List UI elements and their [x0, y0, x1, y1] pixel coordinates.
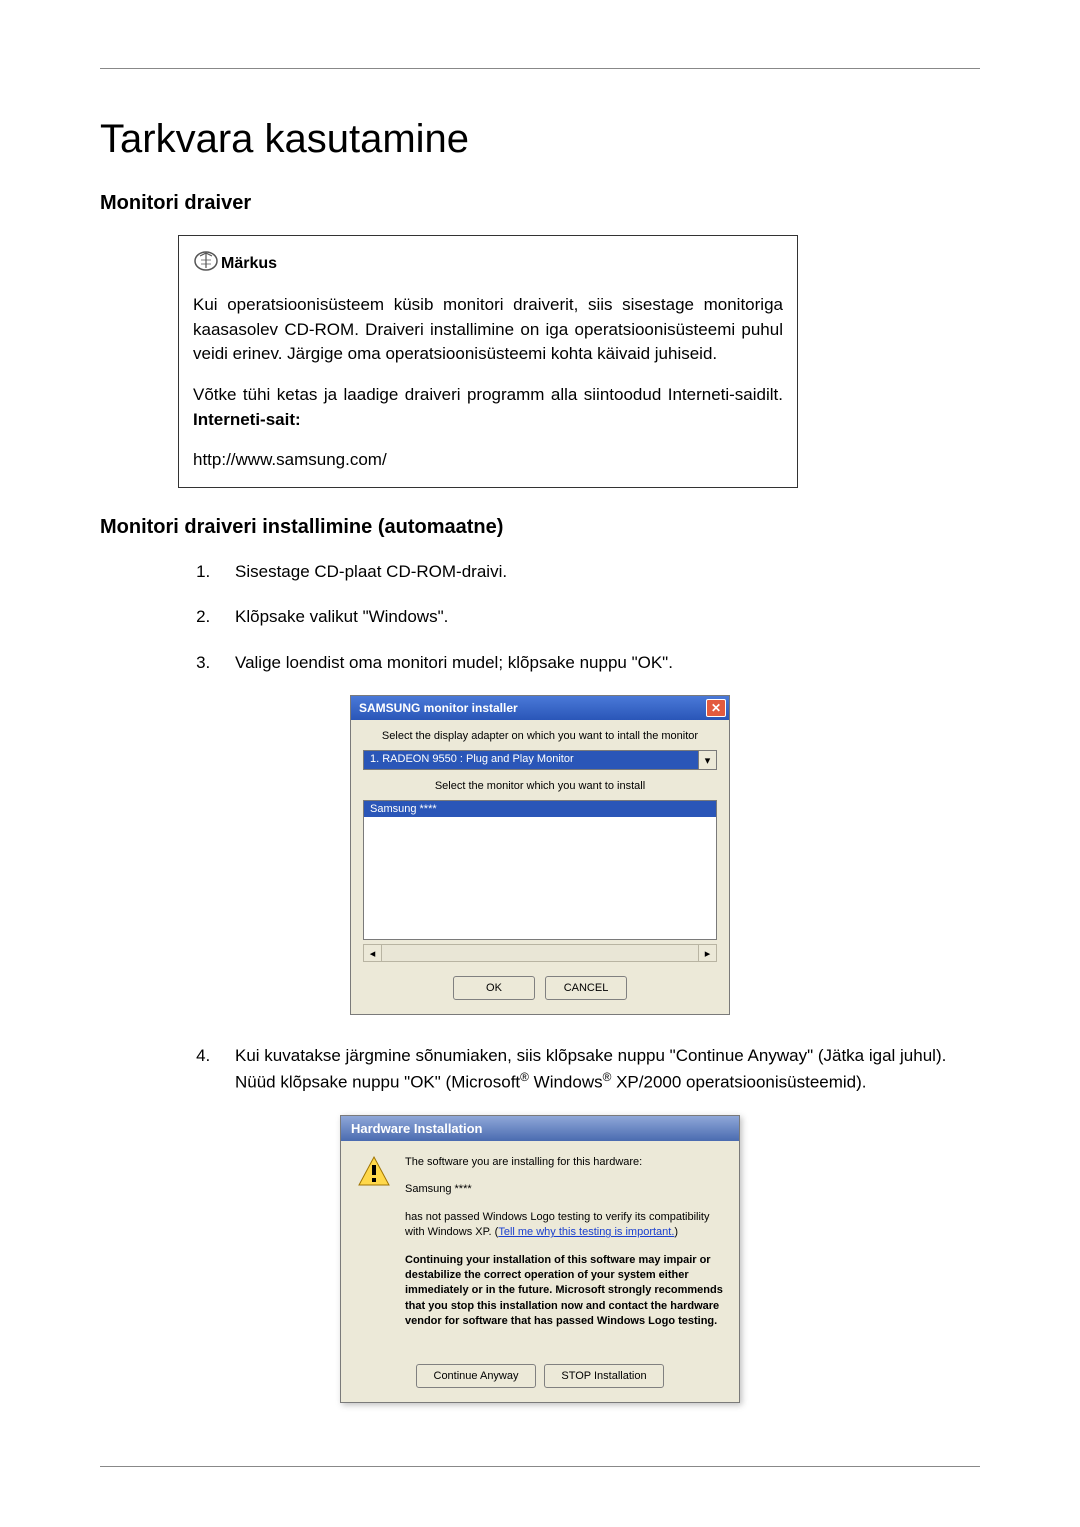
monitor-list[interactable]: Samsung **** [363, 800, 717, 940]
note-paragraph-1: Kui operatsioonisüsteem küsib monitori d… [193, 293, 783, 367]
hardware-dialog-screenshot: Hardware Installation The software you a… [100, 1115, 980, 1403]
adapter-dropdown[interactable]: 1. RADEON 9550 : Plug and Play Monitor ▾ [363, 750, 717, 770]
page-title: Tarkvara kasutamine [100, 117, 980, 162]
note-title: Märkus [221, 255, 277, 273]
warning-icon [357, 1155, 391, 1189]
dropdown-arrow[interactable]: ▾ [699, 750, 717, 770]
step-4: Kui kuvatakse järgmine sõnumiaken, siis … [215, 1043, 985, 1095]
chevron-right-icon: ▸ [705, 947, 711, 960]
note-url: http://www.samsung.com/ [193, 448, 783, 473]
installer-window: SAMSUNG monitor installer ✕ Select the d… [350, 695, 730, 1015]
install-steps: Sisestage CD-plaat CD-ROM-draivi. Klõpsa… [215, 559, 985, 676]
close-icon: ✕ [711, 701, 721, 715]
chevron-left-icon: ◂ [370, 947, 376, 960]
hw-p2: has not passed Windows Logo testing to v… [405, 1210, 723, 1241]
adapter-selected: 1. RADEON 9550 : Plug and Play Monitor [363, 750, 699, 770]
scroll-right-arrow[interactable]: ▸ [698, 945, 716, 961]
monitor-prompt: Select the monitor which you want to ins… [363, 780, 717, 792]
step-3: Valige loendist oma monitori mudel; klõp… [215, 650, 985, 676]
hw-title: Hardware Installation [341, 1116, 739, 1141]
hardware-dialog: Hardware Installation The software you a… [340, 1115, 740, 1403]
note-box: Märkus Kui operatsioonisüsteem küsib mon… [178, 235, 798, 488]
note-icon [193, 250, 219, 277]
section-monitor-driver: Monitori draiver [100, 192, 980, 215]
continue-anyway-button[interactable]: Continue Anyway [416, 1364, 536, 1388]
scroll-track[interactable] [382, 945, 698, 961]
ok-button[interactable]: OK [453, 976, 535, 1000]
hw-p1: The software you are installing for this… [405, 1155, 723, 1170]
cancel-button[interactable]: CANCEL [545, 976, 627, 1000]
section-auto-install: Monitori draiveri installimine (automaat… [100, 516, 980, 539]
installer-titlebar: SAMSUNG monitor installer ✕ [351, 696, 729, 720]
install-steps-continued: Kui kuvatakse järgmine sõnumiaken, siis … [215, 1043, 985, 1095]
hw-warning-bold: Continuing your installation of this sof… [405, 1253, 723, 1330]
stop-installation-button[interactable]: STOP Installation [544, 1364, 664, 1388]
chevron-down-icon: ▾ [705, 754, 711, 767]
hw-link[interactable]: Tell me why this testing is important. [498, 1226, 674, 1238]
step-2: Klõpsake valikut "Windows". [215, 604, 985, 630]
bottom-divider [100, 1466, 980, 1467]
scroll-left-arrow[interactable]: ◂ [364, 945, 382, 961]
note-paragraph-2: Võtke tühi ketas ja laadige draiveri pro… [193, 383, 783, 432]
monitor-list-item[interactable]: Samsung **** [364, 801, 716, 817]
adapter-prompt: Select the display adapter on which you … [363, 730, 717, 742]
hw-text: The software you are installing for this… [405, 1155, 723, 1342]
installer-title: SAMSUNG monitor installer [359, 701, 518, 715]
horizontal-scrollbar[interactable]: ◂ ▸ [363, 944, 717, 962]
hw-hardware-name: Samsung **** [405, 1182, 723, 1197]
step-1: Sisestage CD-plaat CD-ROM-draivi. [215, 559, 985, 585]
close-button[interactable]: ✕ [706, 699, 726, 717]
top-divider [100, 68, 980, 69]
installer-screenshot: SAMSUNG monitor installer ✕ Select the d… [100, 695, 980, 1015]
